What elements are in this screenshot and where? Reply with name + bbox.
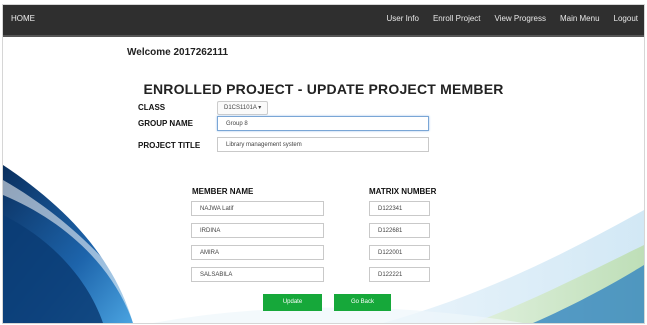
project-title-input[interactable]: Library management system: [217, 137, 429, 152]
app-window: HOME User Info Enroll Project View Progr…: [2, 4, 645, 324]
matrix-number-input-2[interactable]: D122681: [369, 223, 430, 238]
nav-enroll-project-link[interactable]: Enroll Project: [433, 14, 481, 23]
member-name-input-4[interactable]: SALSABILA: [191, 267, 324, 282]
member-name-input-2[interactable]: IRDINA: [191, 223, 324, 238]
group-name-label: GROUP NAME: [138, 119, 193, 128]
project-title-label: PROJECT TITLE: [138, 141, 201, 150]
matrix-number-header: MATRIX NUMBER: [369, 187, 437, 196]
nav-logout-link[interactable]: Logout: [614, 14, 638, 23]
nav-user-info-link[interactable]: User Info: [386, 14, 418, 23]
nav-links: User Info Enroll Project View Progress M…: [386, 14, 638, 23]
nav-main-menu-link[interactable]: Main Menu: [560, 14, 600, 23]
member-name-header: MEMBER NAME: [192, 187, 254, 196]
class-select[interactable]: D1CS1101A ▾: [217, 101, 269, 115]
matrix-number-input-1[interactable]: D122341: [369, 201, 430, 216]
top-navbar: HOME User Info Enroll Project View Progr…: [3, 5, 644, 37]
nav-view-progress-link[interactable]: View Progress: [495, 14, 546, 23]
nav-home-link[interactable]: HOME: [11, 14, 35, 23]
class-label: CLASS: [138, 103, 166, 112]
group-name-input[interactable]: Group 8: [217, 116, 429, 131]
member-name-input-1[interactable]: NAJWA Latif: [191, 201, 324, 216]
page-title: ENROLLED PROJECT - UPDATE PROJECT MEMBER: [143, 81, 504, 97]
matrix-number-input-4[interactable]: D122221: [369, 267, 430, 282]
update-button[interactable]: Update: [263, 294, 322, 311]
member-name-input-3[interactable]: AMIRA: [191, 245, 324, 260]
welcome-message: Welcome 2017262111: [127, 47, 229, 58]
matrix-number-input-3[interactable]: D122001: [369, 245, 430, 260]
go-back-button[interactable]: Go Back: [334, 294, 391, 311]
